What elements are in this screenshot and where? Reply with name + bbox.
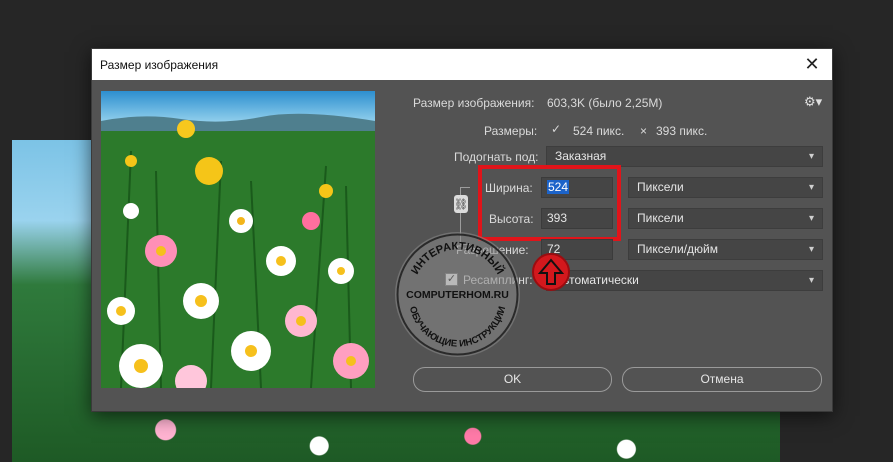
resample-select[interactable]: Автоматически ▾ <box>546 270 823 291</box>
resolution-unit-value: Пиксели/дюйм <box>637 242 718 256</box>
dimensions-label: Размеры: <box>484 124 538 138</box>
image-size-label: Размер изображения: <box>413 96 535 110</box>
fit-to-value: Заказная <box>555 149 607 163</box>
image-size-dialog: Размер изображения ✕ Размер изображения:… <box>91 48 833 412</box>
dialog-titlebar: Размер изображения ✕ <box>92 49 832 80</box>
cancel-button[interactable]: Отмена <box>622 367 822 392</box>
gear-icon[interactable]: ⚙▾ <box>804 94 822 110</box>
close-button[interactable]: ✕ <box>792 49 832 80</box>
height-unit-select[interactable]: Пиксели ▾ <box>628 208 823 229</box>
arrow-up-icon <box>532 253 570 291</box>
dimensions-width: 524 пикс. <box>573 124 625 138</box>
dimensions-height: 393 пикс. <box>656 124 708 138</box>
dialog-title: Размер изображения <box>100 57 219 72</box>
chevron-down-icon: ▾ <box>808 213 814 224</box>
ok-button[interactable]: OK <box>413 367 612 392</box>
image-preview[interactable] <box>101 91 375 388</box>
watermark-logo: ИНТЕРАКТИВНЫЙ COMPUTERHOM.RU ОБУЧАЮЩИЕ И… <box>395 232 520 357</box>
width-unit-select[interactable]: Пиксели ▾ <box>628 177 823 198</box>
image-size-value: 603,3K (было 2,25M) <box>547 96 663 110</box>
chain-link-icon[interactable]: ⛓ <box>454 195 468 213</box>
width-height-highlight <box>478 165 621 241</box>
fit-to-select[interactable]: Заказная ▾ <box>546 146 823 167</box>
chevron-down-icon: ▾ <box>808 151 814 162</box>
dimensions-toggle-chevron-icon[interactable]: ✓ <box>551 122 561 136</box>
height-unit-value: Пиксели <box>637 211 684 225</box>
watermark-middle-text: COMPUTERHOM.RU <box>406 289 509 301</box>
chevron-down-icon: ▾ <box>808 275 814 286</box>
chevron-down-icon: ▾ <box>808 244 814 255</box>
resolution-unit-select[interactable]: Пиксели/дюйм ▾ <box>628 239 823 260</box>
chevron-down-icon: ▾ <box>808 182 814 193</box>
width-unit-value: Пиксели <box>637 180 684 194</box>
fit-to-label: Подогнать под: <box>454 150 539 164</box>
dimensions-x: × <box>640 124 648 138</box>
